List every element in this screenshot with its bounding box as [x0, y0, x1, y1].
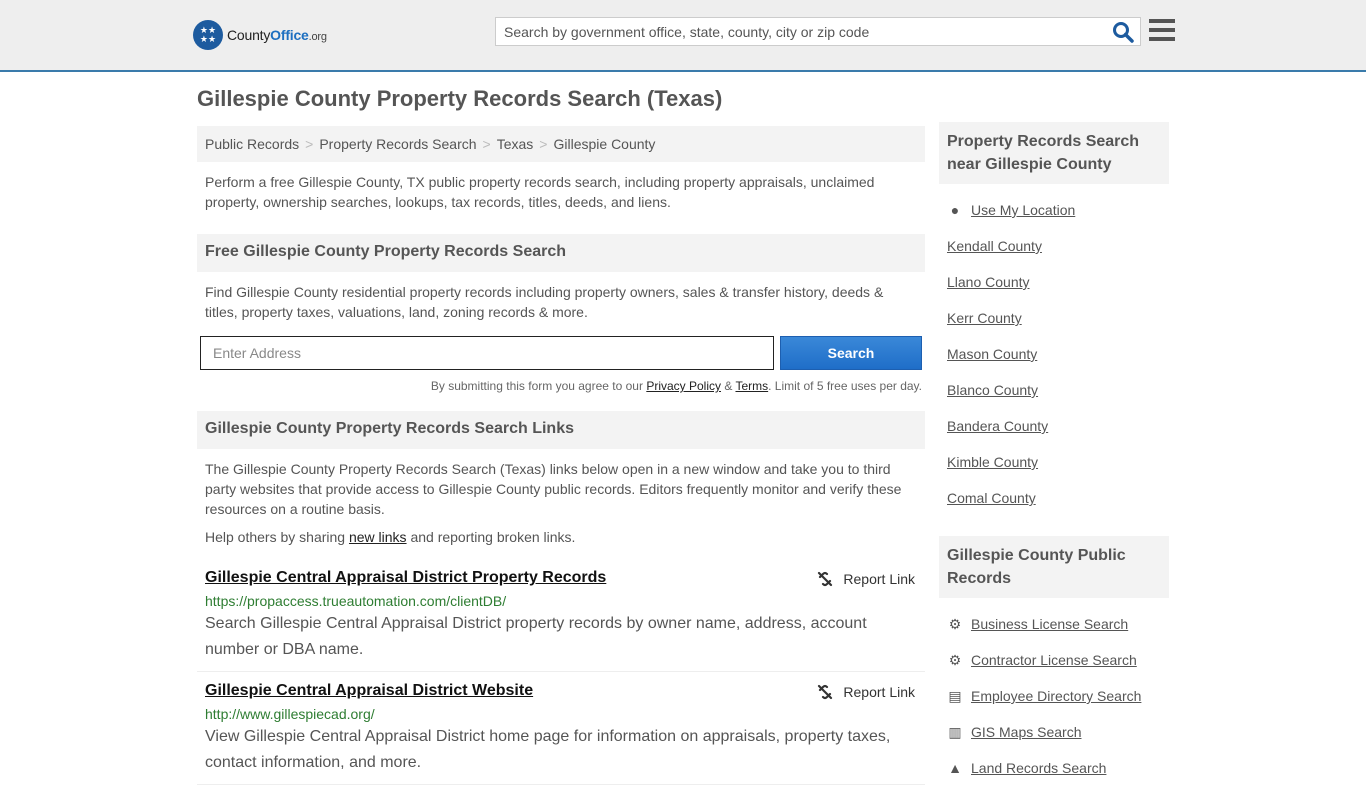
nearby-county-link[interactable]: Comal County [947, 490, 1036, 506]
link-description: View Gillespie Central Appraisal Distric… [205, 728, 891, 771]
gear-icon: ⚙ [948, 651, 962, 668]
new-links-link[interactable]: new links [349, 529, 407, 545]
list-item: Gillespie Central Appraisal District Web… [197, 672, 925, 785]
terms-link[interactable]: Terms [735, 379, 768, 393]
nearby-item: Kimble County [947, 444, 1161, 480]
privacy-policy-link[interactable]: Privacy Policy [646, 379, 721, 393]
link-description: Search Gillespie Central Appraisal Distr… [205, 615, 867, 658]
public-record-item: ⚙ Business License Search [947, 606, 1161, 642]
list-item: Gillespie Central Appraisal District Pro… [197, 559, 925, 672]
nearby-county-link[interactable]: Kerr County [947, 310, 1022, 326]
use-my-location-link[interactable]: Use My Location [971, 202, 1075, 218]
terms-suffix: . Limit of 5 free uses per day. [768, 379, 922, 393]
public-record-item: ⚙ Contractor License Search [947, 642, 1161, 678]
public-record-link[interactable]: GIS Maps Search [971, 724, 1082, 740]
nearby-county-link[interactable]: Llano County [947, 274, 1030, 290]
nearby-item: Blanco County [947, 372, 1161, 408]
breadcrumb-separator: > [482, 136, 491, 152]
link-url: http://www.gillespiecad.org/ [205, 706, 375, 722]
gears-icon: ⚙ [948, 615, 962, 632]
public-record-item: ▥ GIS Maps Search [947, 714, 1161, 750]
site-header: ★★ ★★ CountyOffice.org [0, 0, 1366, 72]
public-records-heading: Gillespie County Public Records [939, 536, 1169, 598]
nearby-county-link[interactable]: Kendall County [947, 238, 1042, 254]
terms-amp: & [721, 379, 736, 393]
links-help-note: Help others by sharing new links and rep… [197, 529, 925, 545]
page-title: Gillespie County Property Records Search… [197, 86, 723, 111]
link-title[interactable]: Gillespie Central Appraisal District Web… [205, 682, 533, 699]
public-record-item: ▲ Land Records Search [947, 750, 1161, 786]
logo-brand-suffix: .org [308, 31, 327, 43]
nearby-item: Kendall County [947, 228, 1161, 264]
hamburger-menu-icon[interactable] [1149, 19, 1175, 43]
links-heading: Gillespie County Property Records Search… [197, 411, 925, 449]
public-record-link[interactable]: Business License Search [971, 616, 1128, 632]
links-description: The Gillespie County Property Records Se… [205, 461, 902, 517]
map-pin-icon: ● [950, 202, 960, 218]
report-link-label: Report Link [843, 571, 915, 587]
site-search-input[interactable] [496, 18, 1096, 45]
address-search-form: Search [197, 336, 925, 370]
help-prefix: Help others by sharing [205, 529, 349, 545]
breadcrumb-separator: > [305, 136, 314, 152]
breadcrumb-separator: > [539, 136, 548, 152]
breadcrumb-property-records[interactable]: Property Records Search [319, 136, 476, 152]
free-search-description: Find Gillespie County residential proper… [205, 284, 884, 320]
nearby-item: Kerr County [947, 300, 1161, 336]
link-url: https://propaccess.trueautomation.com/cl… [205, 593, 507, 609]
search-icon[interactable] [1112, 21, 1134, 43]
logo-text: CountyOffice.org [227, 27, 327, 43]
report-link-button[interactable]: Report Link [817, 684, 915, 700]
breadcrumb-public-records[interactable]: Public Records [205, 136, 299, 152]
nearby-county-link[interactable]: Bandera County [947, 418, 1048, 434]
broken-link-icon [818, 684, 833, 700]
terms-notice: By submitting this form you agree to our… [197, 370, 925, 393]
logo[interactable]: ★★ ★★ CountyOffice.org [193, 20, 327, 50]
report-link-button[interactable]: Report Link [817, 571, 915, 587]
nearby-item: Mason County [947, 336, 1161, 372]
map-icon: ▥ [948, 723, 962, 740]
nearby-item: Comal County [947, 480, 1161, 516]
logo-brand-bold: Office [270, 27, 309, 43]
nearby-county-link[interactable]: Kimble County [947, 454, 1038, 470]
logo-emblem-icon: ★★ ★★ [193, 20, 223, 50]
public-record-link[interactable]: Employee Directory Search [971, 688, 1141, 704]
breadcrumb-texas[interactable]: Texas [497, 136, 534, 152]
nearby-county-link[interactable]: Mason County [947, 346, 1037, 362]
address-input[interactable] [200, 336, 774, 370]
sidebar: Property Records Search near Gillespie C… [939, 122, 1169, 786]
intro-text: Perform a free Gillespie County, TX publ… [205, 174, 875, 210]
main-content: Gillespie County Property Records Search… [197, 86, 925, 785]
book-icon: ▤ [948, 687, 962, 704]
address-search-button[interactable]: Search [780, 336, 922, 370]
public-record-link[interactable]: Land Records Search [971, 760, 1106, 776]
land-icon: ▲ [948, 760, 962, 776]
breadcrumb-gillespie[interactable]: Gillespie County [553, 136, 655, 152]
public-records-list: ⚙ Business License Search ⚙ Contractor Lic… [939, 598, 1169, 786]
nearby-item: Llano County [947, 264, 1161, 300]
site-search [495, 17, 1141, 46]
breadcrumb: Public Records > Property Records Search > T… [197, 126, 925, 162]
terms-prefix: By submitting this form you agree to our [430, 379, 647, 393]
nearby-item: Bandera County [947, 408, 1161, 444]
logo-brand-left: County [227, 27, 271, 43]
link-title[interactable]: Gillespie Central Appraisal District Pro… [205, 569, 606, 586]
public-record-link[interactable]: Contractor License Search [971, 652, 1137, 668]
nearby-county-link[interactable]: Blanco County [947, 382, 1038, 398]
public-record-item: ▤ Employee Directory Search [947, 678, 1161, 714]
help-suffix: and reporting broken links. [406, 529, 576, 545]
nearby-list: ● Use My Location Kendall County Llano Co… [939, 184, 1169, 516]
nearby-heading: Property Records Search near Gillespie C… [939, 122, 1169, 184]
report-link-label: Report Link [843, 684, 915, 700]
broken-link-icon [818, 571, 833, 587]
use-location-item: ● Use My Location [947, 192, 1161, 228]
free-search-heading: Free Gillespie County Property Records S… [197, 234, 925, 272]
